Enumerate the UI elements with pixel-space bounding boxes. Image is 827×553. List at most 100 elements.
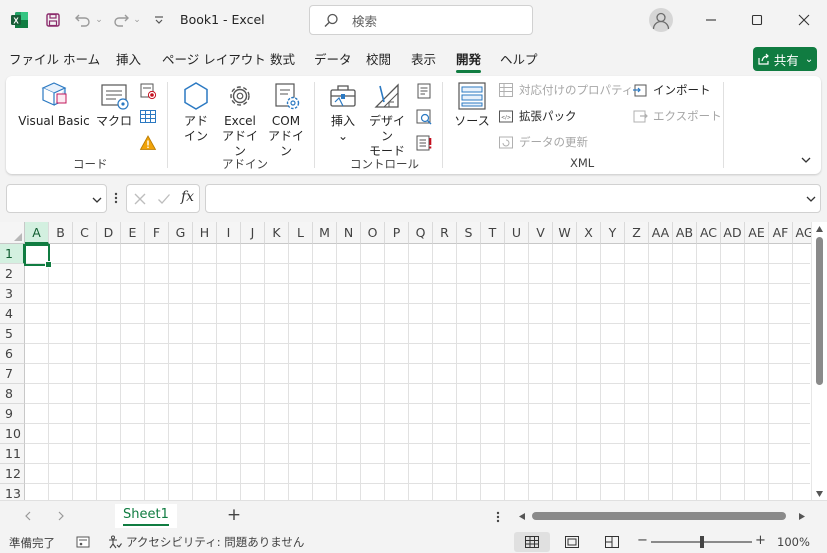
redo-button[interactable] xyxy=(110,9,132,31)
formula-bar-splitter[interactable] xyxy=(112,189,120,207)
zoom-level[interactable]: 100% xyxy=(777,535,810,549)
view-code-button[interactable] xyxy=(414,108,434,130)
row-header[interactable]: 10 xyxy=(0,424,25,444)
tab-page-layout[interactable]: ページ レイアウト xyxy=(162,46,266,74)
use-relative-references-button[interactable] xyxy=(138,108,158,130)
undo-button[interactable] xyxy=(72,9,94,31)
minimize-button[interactable] xyxy=(688,0,734,40)
zoom-in-button[interactable]: + xyxy=(755,533,766,548)
tab-data[interactable]: データ xyxy=(314,46,352,74)
share-button[interactable]: 共有 ⌄ xyxy=(753,47,817,71)
macro-security-button[interactable] xyxy=(138,134,158,156)
column-header[interactable]: B xyxy=(49,222,73,244)
column-header[interactable]: V xyxy=(529,222,553,244)
column-header[interactable]: T xyxy=(481,222,505,244)
column-header[interactable]: O xyxy=(361,222,385,244)
customize-quick-access-button[interactable] xyxy=(150,9,168,31)
active-cell[interactable] xyxy=(24,244,52,268)
close-button[interactable] xyxy=(781,0,827,40)
ribbon-display-options-button[interactable] xyxy=(798,154,814,170)
insert-function-button[interactable]: fx xyxy=(181,189,194,205)
tab-view[interactable]: 表示 xyxy=(411,46,436,74)
insert-control-button[interactable]: 挿入 ⌄ xyxy=(324,80,362,144)
name-box[interactable] xyxy=(6,184,107,213)
column-header[interactable]: J xyxy=(241,222,265,244)
column-header[interactable]: C xyxy=(73,222,97,244)
column-header[interactable]: AD xyxy=(721,222,745,244)
undo-dropdown-button[interactable]: ⌄ xyxy=(94,9,104,31)
design-mode-button[interactable]: デザイン モード xyxy=(364,80,410,159)
column-header[interactable]: U xyxy=(505,222,529,244)
excel-addins-button[interactable]: Excel アドイン xyxy=(218,80,262,159)
tab-home[interactable]: ホーム xyxy=(63,46,100,74)
horizontal-scrollbar[interactable] xyxy=(518,509,810,523)
zoom-slider[interactable] xyxy=(651,536,752,548)
row-header[interactable]: 7 xyxy=(0,364,25,384)
column-header[interactable]: G xyxy=(169,222,193,244)
column-header[interactable]: W xyxy=(553,222,577,244)
column-header[interactable]: AF xyxy=(769,222,793,244)
add-sheet-button[interactable]: + xyxy=(224,504,244,526)
confirm-entry-icon[interactable] xyxy=(157,192,171,206)
column-header[interactable]: F xyxy=(145,222,169,244)
scroll-right-icon[interactable] xyxy=(798,512,806,521)
addins-button[interactable]: アド イン xyxy=(178,80,214,144)
cell-area[interactable] xyxy=(25,244,810,500)
column-header[interactable]: I xyxy=(217,222,241,244)
row-header[interactable]: 6 xyxy=(0,344,25,364)
com-addins-button[interactable]: COM アドイン xyxy=(264,80,308,159)
row-header[interactable]: 1 xyxy=(0,244,25,264)
column-header[interactable]: N xyxy=(337,222,361,244)
row-header[interactable]: 2 xyxy=(0,264,25,284)
column-header[interactable]: S xyxy=(457,222,481,244)
column-header[interactable]: K xyxy=(265,222,289,244)
column-header[interactable]: AA xyxy=(649,222,673,244)
account-avatar[interactable] xyxy=(649,8,673,32)
cancel-entry-icon[interactable] xyxy=(133,192,147,206)
redo-dropdown-button[interactable]: ⌄ xyxy=(132,9,142,31)
vertical-scrollbar[interactable] xyxy=(811,222,827,500)
column-header[interactable]: AE xyxy=(745,222,769,244)
visual-basic-button[interactable]: Visual Basic xyxy=(18,80,90,129)
search-box[interactable]: 検索 xyxy=(309,5,533,35)
column-header[interactable]: R xyxy=(433,222,457,244)
column-header[interactable]: Q xyxy=(409,222,433,244)
save-button[interactable] xyxy=(42,9,64,31)
scroll-left-icon[interactable] xyxy=(518,512,526,521)
next-sheet-icon[interactable] xyxy=(55,510,67,522)
xml-export-button[interactable]: エクスポート xyxy=(632,108,722,124)
row-header[interactable]: 11 xyxy=(0,444,25,464)
column-header[interactable]: A xyxy=(25,222,49,244)
chevron-down-icon[interactable] xyxy=(805,193,817,205)
tab-help[interactable]: ヘルプ xyxy=(500,46,538,74)
tab-insert[interactable]: 挿入 xyxy=(116,46,141,74)
sheet-tab[interactable]: Sheet1 xyxy=(115,504,177,528)
row-header[interactable]: 12 xyxy=(0,464,25,484)
row-header[interactable]: 9 xyxy=(0,404,25,424)
column-header[interactable]: P xyxy=(385,222,409,244)
column-header[interactable]: X xyxy=(577,222,601,244)
macro-recording-icon[interactable] xyxy=(76,535,91,549)
column-header[interactable]: AB xyxy=(673,222,697,244)
column-header[interactable]: Y xyxy=(601,222,625,244)
horizontal-scroll-thumb[interactable] xyxy=(532,512,786,520)
xml-import-button[interactable]: インポート xyxy=(632,82,711,98)
vertical-scroll-thumb[interactable] xyxy=(816,237,823,385)
column-header[interactable]: E xyxy=(121,222,145,244)
formula-input[interactable] xyxy=(205,184,821,213)
record-macro-button[interactable] xyxy=(138,82,158,104)
maximize-button[interactable] xyxy=(734,0,780,40)
column-header[interactable]: L xyxy=(289,222,313,244)
row-header[interactable]: 5 xyxy=(0,324,25,344)
worksheet-grid[interactable]: A B C D E F G H I J K L M N O P Q R S T U V W X Y Z AA AB AC AD AE AF AG… xyxy=(0,222,827,500)
tab-review[interactable]: 校閲 xyxy=(366,46,391,74)
zoom-slider-thumb[interactable] xyxy=(699,536,704,548)
accessibility-checker[interactable]: アクセシビリティ: 問題ありません xyxy=(108,534,304,550)
page-layout-view-button[interactable] xyxy=(554,532,590,552)
tab-formulas[interactable]: 数式 xyxy=(270,46,295,74)
control-properties-button[interactable] xyxy=(414,82,434,104)
scroll-up-icon[interactable] xyxy=(815,225,824,233)
previous-sheet-icon[interactable] xyxy=(22,510,34,522)
row-header[interactable]: 8 xyxy=(0,384,25,404)
more-options-icon[interactable] xyxy=(494,510,502,524)
